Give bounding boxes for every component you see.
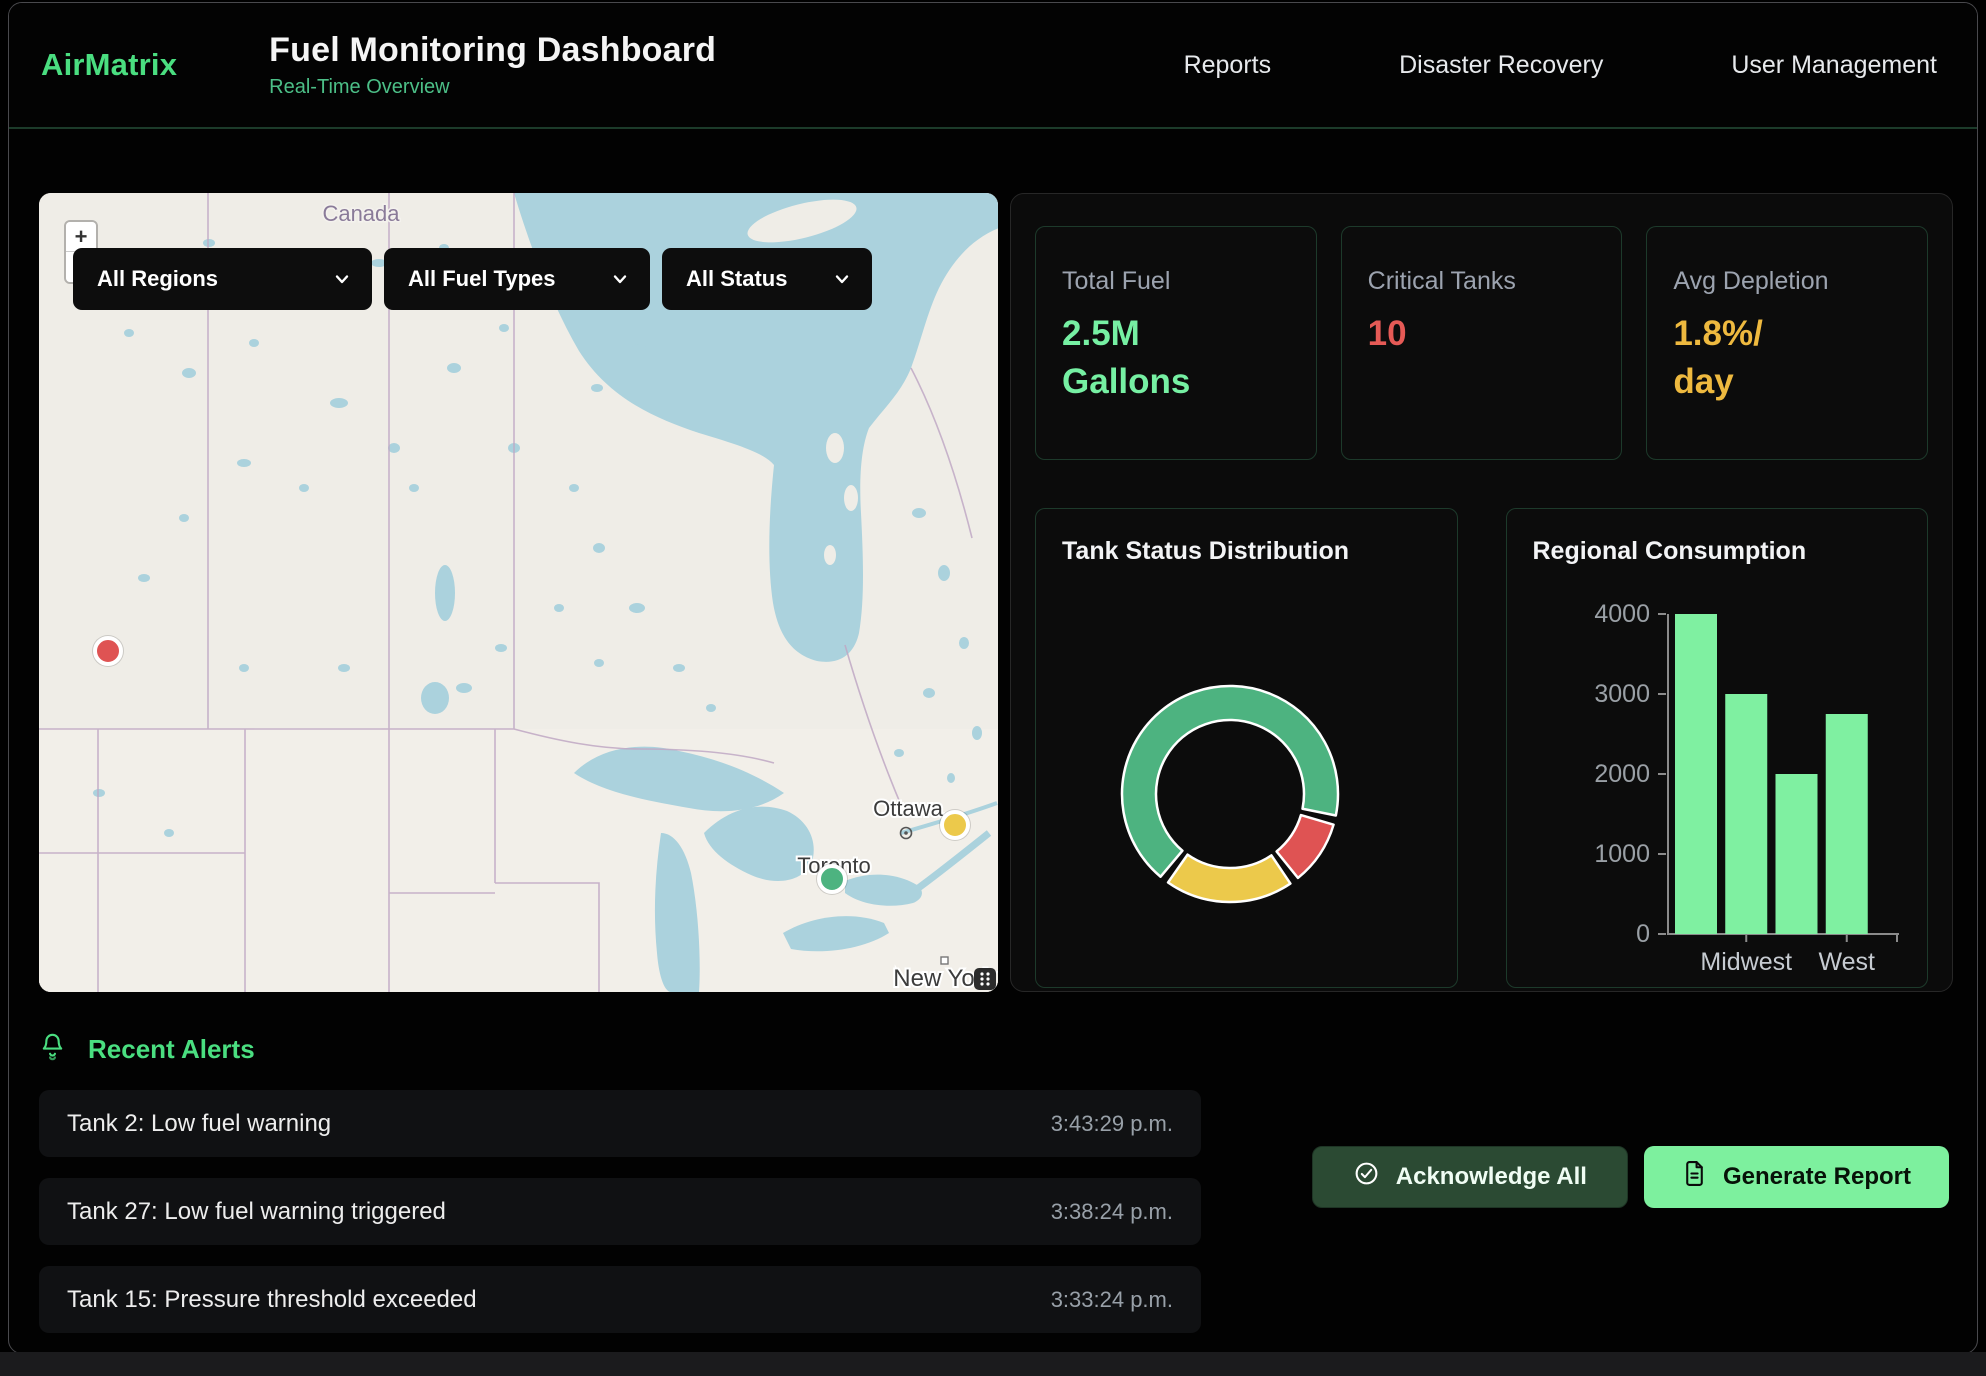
app-window: AirMatrix Fuel Monitoring Dashboard Real… bbox=[8, 2, 1978, 1354]
bell-icon bbox=[39, 1032, 66, 1066]
charts-row: Tank Status Distribution Regional Consum… bbox=[1035, 508, 1928, 988]
main-row: Canada Ottawa Toronto New York + − All R… bbox=[39, 193, 1953, 992]
chevron-down-icon bbox=[832, 269, 852, 289]
alert-timestamp: 3:33:24 p.m. bbox=[1051, 1287, 1173, 1313]
donut-segment-warning[interactable] bbox=[1168, 855, 1290, 902]
check-circle-icon bbox=[1353, 1160, 1380, 1194]
fuel-type-filter-value: All Fuel Types bbox=[408, 266, 556, 292]
nav-reports[interactable]: Reports bbox=[1184, 51, 1272, 80]
stat-card-critical-tanks: Critical Tanks 10 bbox=[1341, 226, 1623, 460]
stats-row: Total Fuel 2.5MGallons Critical Tanks 10… bbox=[1035, 226, 1928, 460]
region-filter-value: All Regions bbox=[97, 266, 218, 292]
alerts-header: Recent Alerts bbox=[39, 1032, 1949, 1066]
chevron-down-icon bbox=[332, 269, 352, 289]
page-title: Fuel Monitoring Dashboard bbox=[269, 31, 716, 70]
resize-handle[interactable] bbox=[974, 968, 996, 990]
map-panel[interactable]: Canada Ottawa Toronto New York + − All R… bbox=[39, 193, 998, 992]
svg-text:3000: 3000 bbox=[1594, 680, 1650, 708]
alerts-section: Recent Alerts Tank 2: Low fuel warning 3… bbox=[39, 1032, 1949, 1333]
stat-label: Total Fuel bbox=[1062, 267, 1290, 296]
generate-report-label: Generate Report bbox=[1723, 1163, 1911, 1191]
window-bottom-strip bbox=[0, 1352, 1986, 1376]
alerts-title: Recent Alerts bbox=[88, 1034, 255, 1065]
donut-chart-card: Tank Status Distribution bbox=[1035, 508, 1458, 988]
status-filter-select[interactable]: All Status bbox=[662, 248, 872, 310]
main-nav: Reports Disaster Recovery User Managemen… bbox=[1184, 51, 1937, 80]
header: AirMatrix Fuel Monitoring Dashboard Real… bbox=[9, 3, 1977, 129]
svg-text:West: West bbox=[1818, 948, 1875, 976]
fuel-type-filter-select[interactable]: All Fuel Types bbox=[384, 248, 650, 310]
nav-disaster-recovery[interactable]: Disaster Recovery bbox=[1399, 51, 1603, 80]
map-label-ottawa: Ottawa bbox=[873, 796, 943, 821]
overview-panel: Total Fuel 2.5MGallons Critical Tanks 10… bbox=[1010, 193, 1953, 992]
status-filter-value: All Status bbox=[686, 266, 787, 292]
svg-text:Midwest: Midwest bbox=[1700, 948, 1792, 976]
tank-status-donut-chart bbox=[1090, 654, 1370, 934]
acknowledge-all-label: Acknowledge All bbox=[1396, 1163, 1587, 1191]
page-subtitle: Real-Time Overview bbox=[269, 76, 716, 99]
map-canvas[interactable]: Canada Ottawa Toronto New York bbox=[39, 193, 998, 992]
alert-row[interactable]: Tank 15: Pressure threshold exceeded 3:3… bbox=[39, 1266, 1201, 1333]
chart-title: Tank Status Distribution bbox=[1062, 537, 1431, 566]
stat-card-total-fuel: Total Fuel 2.5MGallons bbox=[1035, 226, 1317, 460]
alert-timestamp: 3:38:24 p.m. bbox=[1051, 1199, 1173, 1225]
action-buttons: Acknowledge All Generate Report bbox=[1312, 1146, 1949, 1208]
alert-message: Tank 15: Pressure threshold exceeded bbox=[67, 1286, 477, 1314]
title-block: Fuel Monitoring Dashboard Real-Time Over… bbox=[269, 31, 716, 99]
map-filter-row: All Regions All Fuel Types All Status bbox=[73, 248, 872, 310]
alert-message: Tank 2: Low fuel warning bbox=[67, 1110, 331, 1138]
tank-marker-warning[interactable] bbox=[940, 810, 970, 840]
generate-report-button[interactable]: Generate Report bbox=[1644, 1146, 1949, 1208]
stat-label: Critical Tanks bbox=[1368, 267, 1596, 296]
stat-value: 1.8%/day bbox=[1673, 310, 1901, 407]
file-text-icon bbox=[1682, 1160, 1707, 1194]
bar-chart-card: Regional Consumption 0 1000 2000 3000 4000 Mi… bbox=[1506, 508, 1929, 988]
alert-row[interactable]: Tank 2: Low fuel warning 3:43:29 p.m. bbox=[39, 1090, 1201, 1157]
brand-logo: AirMatrix bbox=[41, 47, 177, 83]
stat-value: 10 bbox=[1368, 310, 1596, 358]
alert-timestamp: 3:43:29 p.m. bbox=[1051, 1111, 1173, 1137]
stat-value: 2.5MGallons bbox=[1062, 310, 1290, 407]
region-filter-select[interactable]: All Regions bbox=[73, 248, 372, 310]
tank-marker-normal[interactable] bbox=[817, 864, 847, 894]
alert-row[interactable]: Tank 27: Low fuel warning triggered 3:38… bbox=[39, 1178, 1201, 1245]
svg-text:0: 0 bbox=[1636, 920, 1650, 948]
tank-marker-critical[interactable] bbox=[93, 636, 123, 666]
bar-2[interactable] bbox=[1775, 774, 1817, 934]
bar-3[interactable] bbox=[1825, 714, 1867, 934]
nav-user-management[interactable]: User Management bbox=[1731, 51, 1937, 80]
map-label-canada: Canada bbox=[322, 201, 400, 226]
bar-1[interactable] bbox=[1725, 694, 1767, 934]
chart-title: Regional Consumption bbox=[1533, 537, 1902, 566]
alerts-list: Tank 2: Low fuel warning 3:43:29 p.m. Ta… bbox=[39, 1090, 1201, 1333]
alert-message: Tank 27: Low fuel warning triggered bbox=[67, 1198, 446, 1226]
svg-text:4000: 4000 bbox=[1594, 600, 1650, 628]
stat-card-avg-depletion: Avg Depletion 1.8%/day bbox=[1646, 226, 1928, 460]
svg-text:2000: 2000 bbox=[1594, 760, 1650, 788]
svg-text:1000: 1000 bbox=[1594, 840, 1650, 868]
donut-segment-critical[interactable] bbox=[1277, 815, 1334, 878]
stat-label: Avg Depletion bbox=[1673, 267, 1901, 296]
chevron-down-icon bbox=[610, 269, 630, 289]
regional-consumption-bar-chart: 0 1000 2000 3000 4000 Midwest West bbox=[1533, 574, 1902, 984]
bar-0[interactable] bbox=[1675, 614, 1717, 934]
acknowledge-all-button[interactable]: Acknowledge All bbox=[1312, 1146, 1628, 1208]
